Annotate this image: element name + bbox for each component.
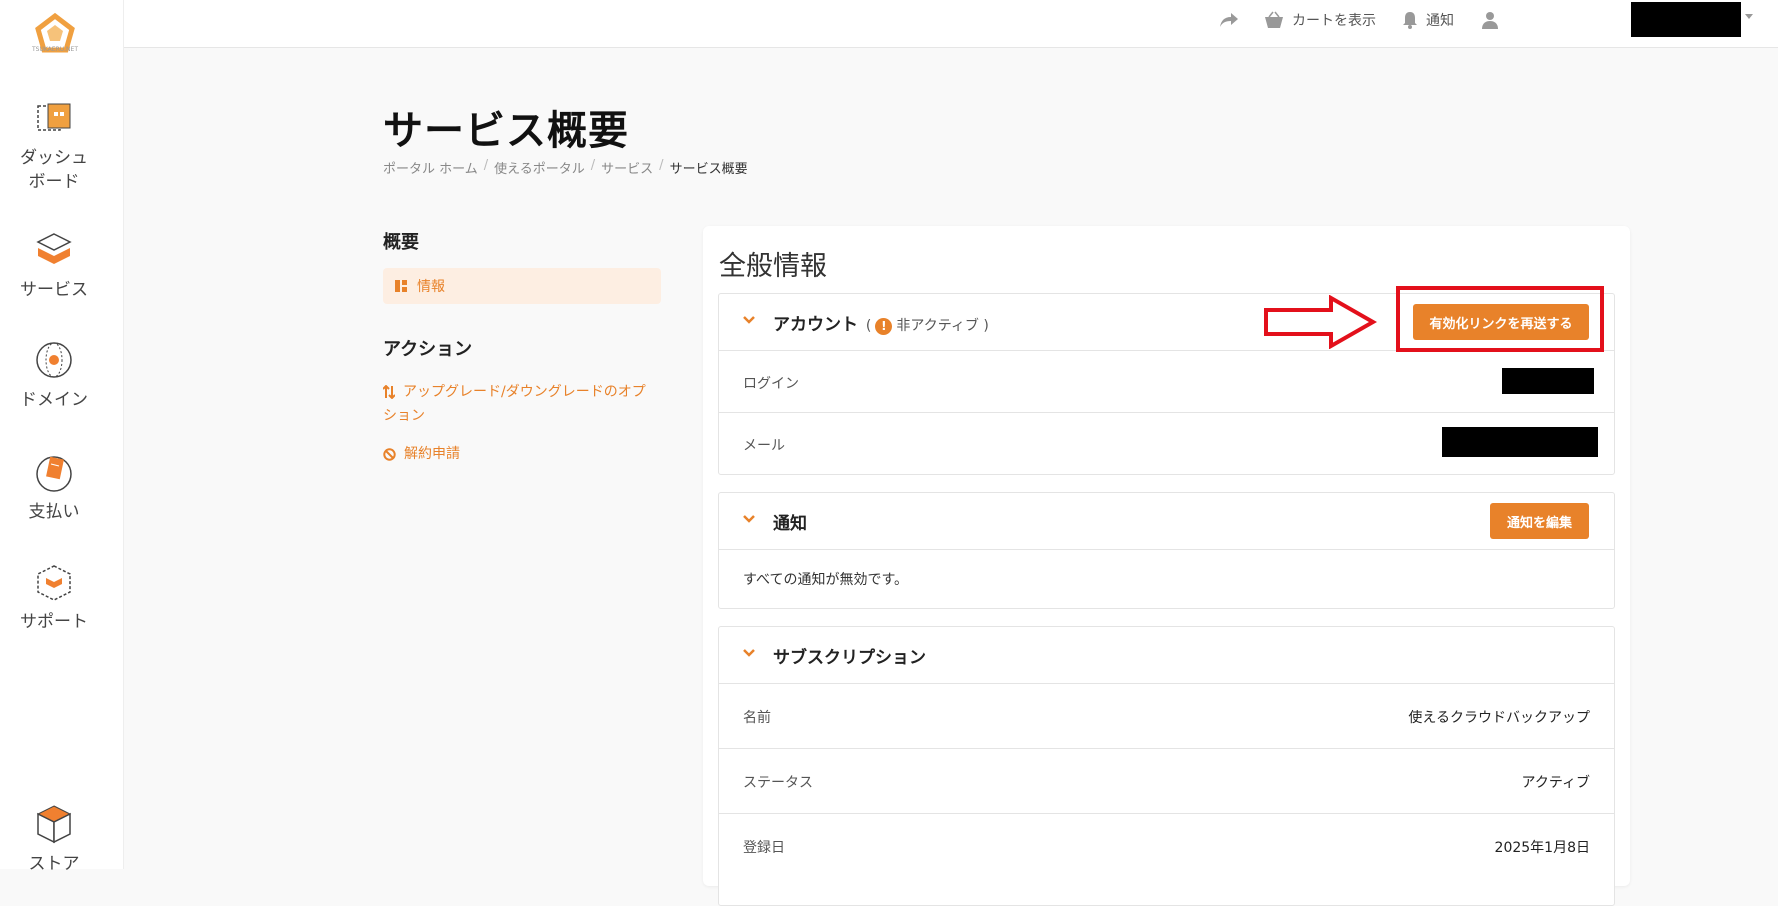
subscription-title: サブスクリプション [773, 648, 926, 668]
subscription-row-status: ステータス アクティブ [719, 749, 1614, 814]
login-label: ログイン [743, 376, 799, 392]
top-bar: カートを表示 通知 [124, 0, 1778, 48]
status-paren-close: ) [983, 318, 989, 334]
breadcrumb-home[interactable]: ポータル ホーム [383, 158, 478, 177]
page-title: サービス概要 [383, 108, 629, 154]
nav-store[interactable]: ストア [0, 802, 108, 876]
info-menu-label: 情報 [417, 279, 445, 295]
nav-label-billing: 支払い [28, 502, 80, 522]
annotation-highlight-box [1396, 286, 1604, 352]
nav-support[interactable]: サポート [0, 560, 108, 634]
user-icon [1482, 12, 1498, 29]
breadcrumb-current: サービス概要 [669, 162, 748, 177]
nav-label-services: サービス [20, 280, 88, 300]
chevron-down-icon[interactable] [743, 515, 755, 523]
nav-services[interactable]: サービス [0, 228, 108, 302]
dashboard-grid-icon [395, 280, 407, 292]
notifications-message-row: すべての通知が無効です。 [719, 550, 1614, 608]
nav-label-support: サポート [20, 612, 88, 632]
registered-label: 登録日 [743, 840, 785, 856]
name-label: 名前 [743, 710, 771, 726]
warning-icon: ! [875, 317, 893, 335]
breadcrumb-separator: / [483, 158, 489, 173]
sort-arrows-icon [383, 385, 395, 399]
account-title-text: アカウント [773, 315, 858, 335]
email-label: メール [743, 438, 785, 454]
status-value: アクティブ [1521, 775, 1590, 791]
nav-dashboard[interactable]: ダッシュ ボード [0, 96, 108, 194]
notifications-title: 通知 [773, 514, 807, 534]
status-label: ステータス [743, 775, 813, 791]
notifications-message: すべての通知が無効です。 [743, 572, 909, 588]
store-cube-icon [36, 805, 72, 844]
info-menu-item[interactable]: 情報 [383, 268, 661, 304]
breadcrumb: ポータル ホーム / 使えるポータル / サービス / サービス概要 [383, 158, 748, 177]
redacted-username[interactable] [1631, 2, 1741, 37]
bell-icon [1403, 12, 1417, 29]
cart-basket-icon [1265, 11, 1283, 28]
nav-label-store: ストア [28, 854, 80, 874]
account-status: (! 非アクティブ ) [865, 317, 989, 335]
actions-heading: アクション [383, 339, 473, 360]
notifications-panel-header[interactable]: 通知 通知を編集 [719, 493, 1614, 550]
subscription-panel: サブスクリプション 名前 使えるクラウドバックアップ ステータス アクティブ 登… [718, 626, 1615, 906]
upgrade-label-line1: アップグレード/ダウングレードのオプ [403, 384, 646, 400]
notifications-panel: 通知 通知を編集 すべての通知が無効です。 [718, 492, 1615, 609]
dashboard-icon [37, 103, 71, 131]
redacted-email-value [1442, 427, 1598, 457]
share-arrow-icon [1220, 13, 1238, 27]
cancel-request-label: 解約申請 [404, 446, 460, 462]
notifications-label: 通知 [1426, 13, 1454, 29]
view-cart-label: カートを表示 [1292, 13, 1376, 29]
upgrade-downgrade-link[interactable]: アップグレード/ダウングレードのオプ ション [383, 380, 646, 428]
nav-label-dashboard: ダッシュ ボード [20, 148, 88, 192]
notifications-button[interactable]: 通知 [1402, 9, 1454, 31]
share-button[interactable] [1219, 9, 1247, 31]
breadcrumb-separator: / [590, 158, 596, 173]
subscription-row-name: 名前 使えるクラウドバックアップ [719, 684, 1614, 749]
account-row-email: メール [719, 413, 1614, 475]
annotation-arrow-icon [1264, 295, 1377, 349]
card-title: 全般情報 [719, 251, 827, 282]
nav-domains[interactable]: ドメイン [0, 338, 108, 412]
chevron-down-icon[interactable] [743, 316, 755, 324]
support-box-icon [37, 565, 71, 601]
subscription-row-registered: 登録日 2025年1月8日 [719, 814, 1614, 879]
chevron-down-icon[interactable] [1745, 14, 1753, 19]
sidebar: TSUKAERU.NET ダッシュ ボード サービス ドメイン 支払い サポート… [0, 0, 124, 874]
logo-text: TSUKAERU.NET [31, 46, 78, 53]
breadcrumb-services[interactable]: サービス [601, 158, 653, 177]
nav-billing[interactable]: 支払い [0, 450, 108, 524]
cancel-request-link[interactable]: 解約申請 [383, 442, 460, 466]
chevron-down-icon[interactable] [743, 649, 755, 657]
account-status-text: 非アクティブ [896, 318, 979, 334]
redacted-login-value [1502, 368, 1594, 394]
breadcrumb-separator: / [659, 158, 664, 173]
breadcrumb-portal[interactable]: 使えるポータル [494, 158, 585, 177]
registered-value: 2025年1月8日 [1494, 840, 1590, 856]
billing-icon [36, 456, 72, 492]
services-box-icon [36, 233, 72, 264]
user-menu-button[interactable] [1482, 9, 1506, 31]
view-cart-button[interactable]: カートを表示 [1264, 9, 1376, 31]
subscription-panel-header[interactable]: サブスクリプション [719, 627, 1614, 684]
upgrade-label-line2: ション [383, 408, 425, 424]
status-paren-open: ( [865, 318, 872, 334]
name-value: 使えるクラウドバックアップ [1408, 710, 1590, 726]
globe-icon [36, 342, 72, 378]
account-title: アカウント (! 非アクティブ ) [773, 310, 989, 335]
edit-notifications-button[interactable]: 通知を編集 [1490, 503, 1589, 539]
overview-heading: 概要 [383, 232, 419, 253]
account-row-login: ログイン [719, 351, 1614, 413]
nav-label-domains: ドメイン [20, 390, 88, 410]
ban-icon [383, 447, 396, 461]
